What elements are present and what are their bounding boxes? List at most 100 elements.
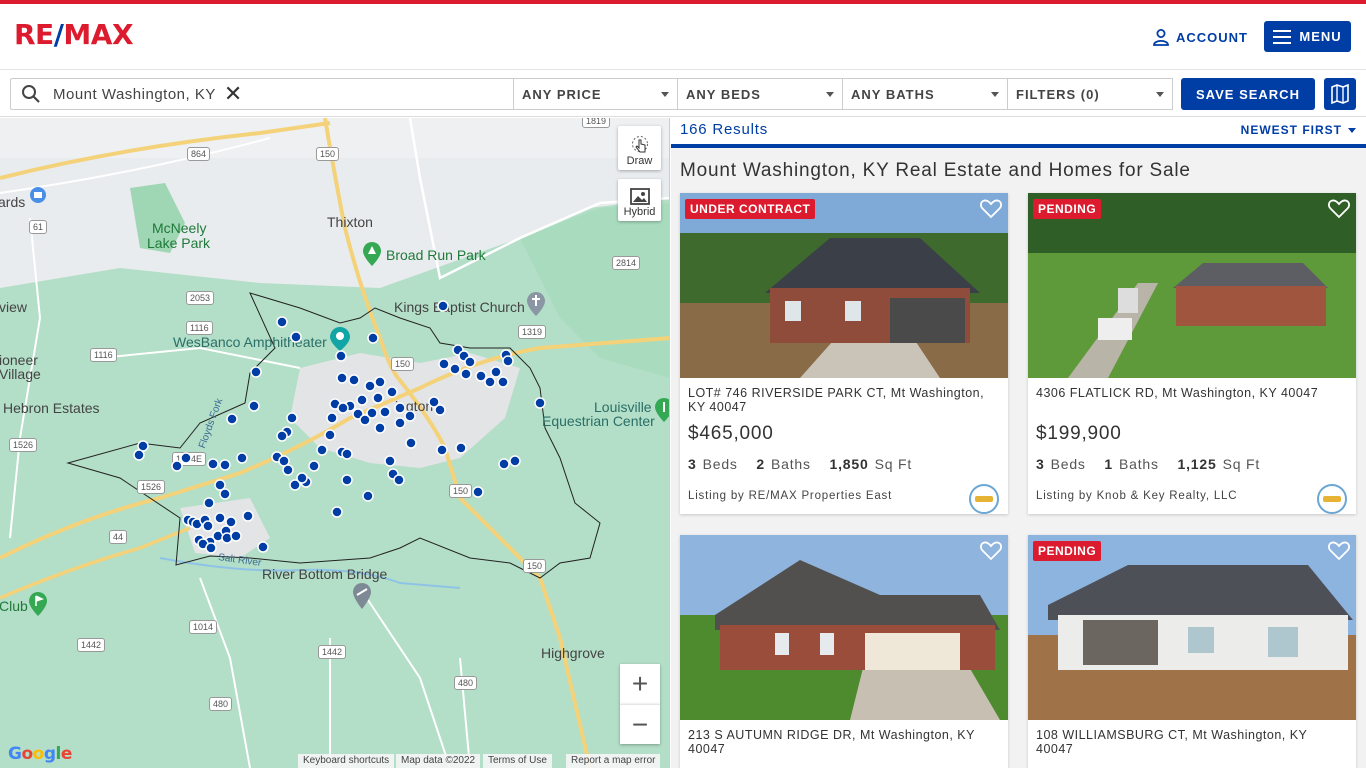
listing-marker[interactable] <box>502 355 514 367</box>
listing-marker[interactable] <box>296 472 308 484</box>
listing-marker[interactable] <box>497 376 509 388</box>
listing-marker[interactable] <box>337 402 349 414</box>
results-panel[interactable]: 166 Results NEWEST FIRST Mount Washingto… <box>671 118 1366 768</box>
listing-marker[interactable] <box>394 417 406 429</box>
listing-marker[interactable] <box>331 506 343 518</box>
listing-marker[interactable] <box>214 512 226 524</box>
heart-icon[interactable] <box>980 541 1002 561</box>
listing-marker[interactable] <box>236 452 248 464</box>
listing-address[interactable]: 213 S AUTUMN RIDGE DR, Mt Washington, KY… <box>688 728 1000 756</box>
listing-card[interactable]: UNDER CONTRACT LOT# 746 RIVERSIDE PARK C… <box>680 193 1008 514</box>
heart-icon[interactable] <box>980 199 1002 219</box>
hybrid-view-button[interactable]: Hybrid <box>618 179 661 221</box>
listing-marker[interactable] <box>286 412 298 424</box>
listing-marker[interactable] <box>484 376 496 388</box>
listing-card[interactable]: PENDING 4306 FLATLICK RD, Mt Washington,… <box>1028 193 1356 514</box>
listing-photo[interactable] <box>1028 193 1356 378</box>
draw-tool-button[interactable]: Draw <box>618 126 661 170</box>
listing-marker[interactable] <box>464 356 476 368</box>
listing-marker[interactable] <box>374 376 386 388</box>
zoom-in-button[interactable]: + <box>620 664 660 704</box>
map-panel[interactable]: ards McNeely Lake Park Thixton Broad Run… <box>0 118 670 768</box>
menu-button[interactable]: MENU <box>1264 21 1351 52</box>
listing-marker[interactable] <box>359 414 371 426</box>
listing-marker[interactable] <box>207 458 219 470</box>
listing-address[interactable]: LOT# 746 RIVERSIDE PARK CT, Mt Washingto… <box>688 386 1000 414</box>
listing-marker[interactable] <box>374 422 386 434</box>
listing-marker[interactable] <box>436 444 448 456</box>
terms-of-use-link[interactable]: Terms of Use <box>483 754 552 768</box>
listing-marker[interactable] <box>394 402 406 414</box>
listing-marker[interactable] <box>437 300 449 312</box>
beds-dropdown[interactable]: ANY BEDS <box>678 78 843 110</box>
listing-marker[interactable] <box>257 541 269 553</box>
listing-marker[interactable] <box>180 452 192 464</box>
listing-marker[interactable] <box>434 404 446 416</box>
listing-marker[interactable] <box>490 366 502 378</box>
keyboard-shortcuts-link[interactable]: Keyboard shortcuts <box>298 754 395 768</box>
listing-marker[interactable] <box>250 366 262 378</box>
sort-dropdown[interactable]: NEWEST FIRST <box>1241 123 1356 137</box>
listing-marker[interactable] <box>534 397 546 409</box>
listing-marker[interactable] <box>226 413 238 425</box>
listing-marker[interactable] <box>438 358 450 370</box>
listing-photo[interactable] <box>1028 535 1356 720</box>
listing-marker[interactable] <box>341 474 353 486</box>
remax-logo[interactable]: RE/MAX <box>14 18 134 51</box>
listing-marker[interactable] <box>202 520 214 532</box>
baths-dropdown[interactable]: ANY BATHS <box>843 78 1008 110</box>
listing-marker[interactable] <box>242 510 254 522</box>
listing-card[interactable]: PENDING 108 WILLIAMSBURG CT, Mt Washingt… <box>1028 535 1356 768</box>
listing-card[interactable]: 213 S AUTUMN RIDGE DR, Mt Washington, KY… <box>680 535 1008 768</box>
filters-dropdown[interactable]: FILTERS (0) <box>1008 78 1173 110</box>
listing-marker[interactable] <box>393 474 405 486</box>
location-search-input[interactable]: Mount Washington, KY ✕ <box>10 78 514 110</box>
listing-marker[interactable] <box>324 429 336 441</box>
listing-marker[interactable] <box>326 412 338 424</box>
listing-marker[interactable] <box>341 448 353 460</box>
heart-icon[interactable] <box>1328 541 1350 561</box>
listing-address[interactable]: 4306 FLATLICK RD, Mt Washington, KY 4004… <box>1036 386 1348 400</box>
listing-marker[interactable] <box>308 460 320 472</box>
listing-marker[interactable] <box>509 455 521 467</box>
account-link[interactable]: ACCOUNT <box>1152 26 1248 48</box>
listing-marker[interactable] <box>372 392 384 404</box>
listing-marker[interactable] <box>248 400 260 412</box>
listing-address[interactable]: 108 WILLIAMSBURG CT, Mt Washington, KY 4… <box>1036 728 1348 756</box>
listing-marker[interactable] <box>133 449 145 461</box>
listing-markers-layer[interactable] <box>0 118 670 768</box>
heart-icon[interactable] <box>1328 199 1350 219</box>
listing-marker[interactable] <box>219 459 231 471</box>
listing-photo[interactable] <box>680 193 1008 378</box>
listing-marker[interactable] <box>282 464 294 476</box>
listing-marker[interactable] <box>316 444 328 456</box>
map-view-toggle[interactable] <box>1324 78 1356 110</box>
listing-marker[interactable] <box>276 430 288 442</box>
listing-marker[interactable] <box>364 380 376 392</box>
listing-photo[interactable] <box>680 535 1008 720</box>
listing-marker[interactable] <box>404 410 416 422</box>
listing-marker[interactable] <box>460 368 472 380</box>
clear-icon[interactable]: ✕ <box>224 83 242 105</box>
listing-marker[interactable] <box>498 458 510 470</box>
listing-marker[interactable] <box>379 406 391 418</box>
listing-marker[interactable] <box>384 455 396 467</box>
listing-marker[interactable] <box>386 386 398 398</box>
listing-marker[interactable] <box>362 490 374 502</box>
save-search-button[interactable]: SAVE SEARCH <box>1181 78 1315 110</box>
listing-marker[interactable] <box>230 530 242 542</box>
listing-marker[interactable] <box>472 486 484 498</box>
listing-marker[interactable] <box>171 460 183 472</box>
zoom-out-button[interactable]: − <box>620 704 660 744</box>
listing-marker[interactable] <box>405 437 417 449</box>
report-map-error-link[interactable]: Report a map error <box>566 754 661 768</box>
listing-marker[interactable] <box>336 372 348 384</box>
listing-marker[interactable] <box>348 374 360 386</box>
listing-marker[interactable] <box>475 370 487 382</box>
listing-marker[interactable] <box>356 394 368 406</box>
listing-marker[interactable] <box>367 332 379 344</box>
listing-marker[interactable] <box>276 316 288 328</box>
listing-marker[interactable] <box>449 363 461 375</box>
listing-marker[interactable] <box>219 488 231 500</box>
listing-marker[interactable] <box>290 331 302 343</box>
